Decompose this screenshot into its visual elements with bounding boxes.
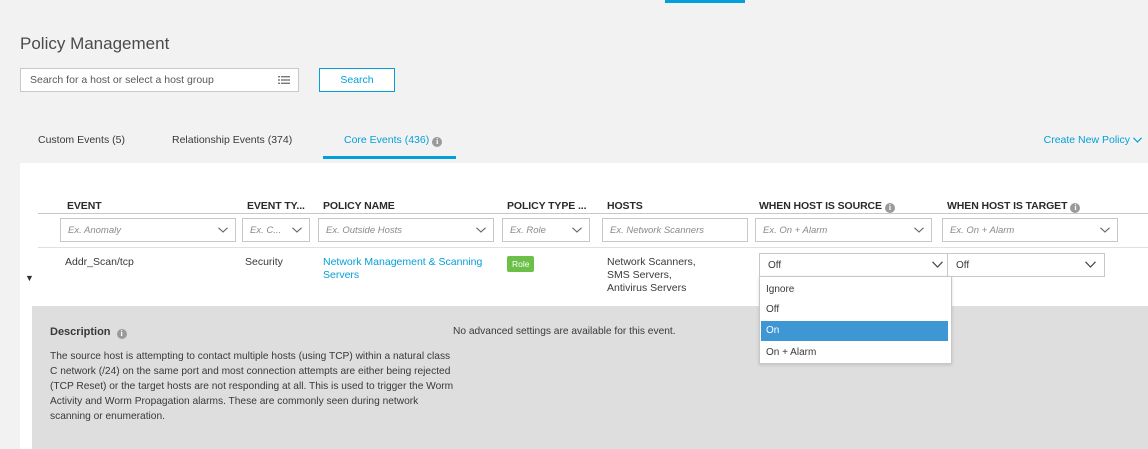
top-nav-indicator xyxy=(665,0,745,3)
col-hosts[interactable]: HOSTS xyxy=(607,200,643,212)
description-title-label: Description xyxy=(50,326,111,338)
header-divider xyxy=(38,213,1148,214)
filter-policy-type-placeholder: Ex. Role xyxy=(510,224,546,236)
col-policy-type[interactable]: POLICY TYPE ... xyxy=(507,200,587,212)
filter-policy-name-placeholder: Ex. Outside Hosts xyxy=(326,224,403,236)
row-event: Addr_Scan/tcp xyxy=(65,256,134,268)
info-icon[interactable]: i xyxy=(1070,203,1081,213)
filter-event-placeholder: Ex. Anomaly xyxy=(68,224,121,236)
host-item: SMS Servers, xyxy=(607,269,672,281)
tab-custom-events[interactable]: Custom Events (5) xyxy=(38,134,125,146)
filter-hosts[interactable]: Ex. Network Scanners xyxy=(602,218,748,242)
filter-event-type[interactable]: Ex. C... xyxy=(242,218,310,242)
row-collapse-icon[interactable]: ▼ xyxy=(25,273,34,283)
row-divider xyxy=(38,247,1148,248)
page-title: Policy Management xyxy=(20,34,170,53)
host-item: Antivirus Servers xyxy=(607,282,687,294)
col-when-host-target[interactable]: WHEN HOST IS TARGET i xyxy=(947,200,1081,213)
tab-core-events[interactable]: Core Events (436) i xyxy=(344,134,443,147)
policy-name-line: Network Management & Scanning xyxy=(323,256,483,268)
filter-when-target[interactable]: Ex. On + Alarm xyxy=(942,218,1118,242)
col-policy-name[interactable]: POLICY NAME xyxy=(323,200,395,212)
col-when-host-target-label: WHEN HOST IS TARGET xyxy=(947,200,1068,212)
col-when-host-source[interactable]: WHEN HOST IS SOURCE i xyxy=(759,200,895,213)
info-icon[interactable]: i xyxy=(432,137,443,147)
row-hosts: Network Scanners, SMS Servers, Antivirus… xyxy=(607,256,696,295)
row-policy-name-link[interactable]: Network Management & Scanning Servers xyxy=(323,256,482,282)
filter-when-source-placeholder: Ex. On + Alarm xyxy=(763,224,828,236)
filter-hosts-placeholder: Ex. Network Scanners xyxy=(610,224,704,236)
host-group-list-icon[interactable] xyxy=(278,75,290,85)
search-button[interactable]: Search xyxy=(319,68,395,92)
chevron-down-icon xyxy=(572,225,582,236)
event-tabs: Custom Events (5) Relationship Events (3… xyxy=(0,125,1148,161)
tab-core-events-label: Core Events (436) xyxy=(344,134,430,146)
row-event-type: Security xyxy=(245,256,283,268)
when-target-value: Off xyxy=(956,259,970,271)
top-strip xyxy=(0,0,1148,10)
option-on[interactable]: On xyxy=(761,321,948,341)
option-off[interactable]: Off xyxy=(760,300,951,320)
filter-policy-name[interactable]: Ex. Outside Hosts xyxy=(318,218,494,242)
col-when-host-source-label: WHEN HOST IS SOURCE xyxy=(759,200,882,212)
chevron-down-icon xyxy=(1100,225,1110,236)
chevron-down-icon xyxy=(476,225,486,236)
filter-policy-type[interactable]: Ex. Role xyxy=(502,218,590,242)
info-icon[interactable]: i xyxy=(116,329,127,339)
no-advanced-settings-text: No advanced settings are available for t… xyxy=(453,326,676,337)
create-new-policy-label: Create New Policy xyxy=(1043,134,1130,146)
filter-event[interactable]: Ex. Anomaly xyxy=(60,218,236,242)
create-new-policy-link[interactable]: Create New Policy xyxy=(1044,134,1142,146)
when-source-select[interactable]: Off xyxy=(759,253,952,277)
filter-when-source[interactable]: Ex. On + Alarm xyxy=(755,218,932,242)
policy-name-line: Servers xyxy=(323,269,360,281)
info-icon[interactable]: i xyxy=(884,203,895,213)
col-event[interactable]: EVENT xyxy=(67,200,102,212)
chevron-down-icon xyxy=(932,260,943,271)
search-placeholder: Search for a host or select a host group xyxy=(30,74,214,86)
description-title: Description i xyxy=(50,326,127,339)
chevron-down-icon xyxy=(292,225,302,236)
role-badge: Role xyxy=(507,256,535,272)
events-panel: EVENT EVENT TY... POLICY NAME POLICY TYP… xyxy=(20,163,1148,449)
description-text: The source host is attempting to contact… xyxy=(50,351,454,422)
filter-when-target-placeholder: Ex. On + Alarm xyxy=(950,224,1015,236)
host-item: Network Scanners, xyxy=(607,256,696,268)
when-source-value: Off xyxy=(768,259,782,271)
chevron-down-icon xyxy=(1133,134,1142,146)
host-search-input[interactable]: Search for a host or select a host group xyxy=(20,68,299,92)
option-on-alarm[interactable]: On + Alarm xyxy=(760,343,951,363)
chevron-down-icon xyxy=(914,225,924,236)
col-event-type[interactable]: EVENT TY... xyxy=(247,200,305,212)
when-source-dropdown-menu: Ignore Off On On + Alarm xyxy=(759,276,952,364)
chevron-down-icon xyxy=(218,225,228,236)
filter-event-type-placeholder: Ex. C... xyxy=(250,224,282,236)
tab-relationship-events[interactable]: Relationship Events (374) xyxy=(172,134,292,146)
chevron-down-icon xyxy=(1085,260,1096,271)
when-target-select[interactable]: Off xyxy=(947,253,1105,277)
option-ignore[interactable]: Ignore xyxy=(760,280,951,300)
active-tab-underline xyxy=(323,156,456,159)
